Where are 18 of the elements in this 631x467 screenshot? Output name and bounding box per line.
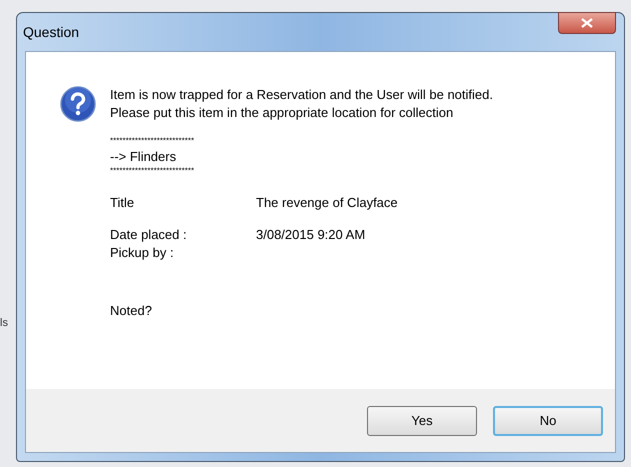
prompt-text: Noted? (110, 302, 153, 320)
separator-stars: *************************** (110, 136, 196, 146)
dialog-button[interactable]: Yes (367, 406, 477, 436)
detail-value: The revenge of Clayface (256, 194, 398, 212)
close-icon (581, 18, 593, 28)
detail-label: Date placed : (110, 226, 188, 244)
dialog-button[interactable]: No (493, 406, 603, 436)
location-text: --> Flinders (110, 148, 178, 166)
close-button[interactable] (558, 12, 616, 34)
question-icon (60, 86, 96, 122)
background-text: ls (0, 318, 8, 329)
message-text: Item is now trapped for a Reservation and the User will be notified. (110, 86, 493, 104)
message-text: Please put this item in the appropriate location for collection (110, 104, 454, 122)
detail-label: Pickup by : (110, 244, 175, 262)
detail-label: Title (110, 194, 136, 212)
window-title: Question (23, 22, 80, 42)
separator-stars: *************************** (110, 166, 196, 176)
detail-value: 3/08/2015 9:20 AM (256, 226, 366, 244)
